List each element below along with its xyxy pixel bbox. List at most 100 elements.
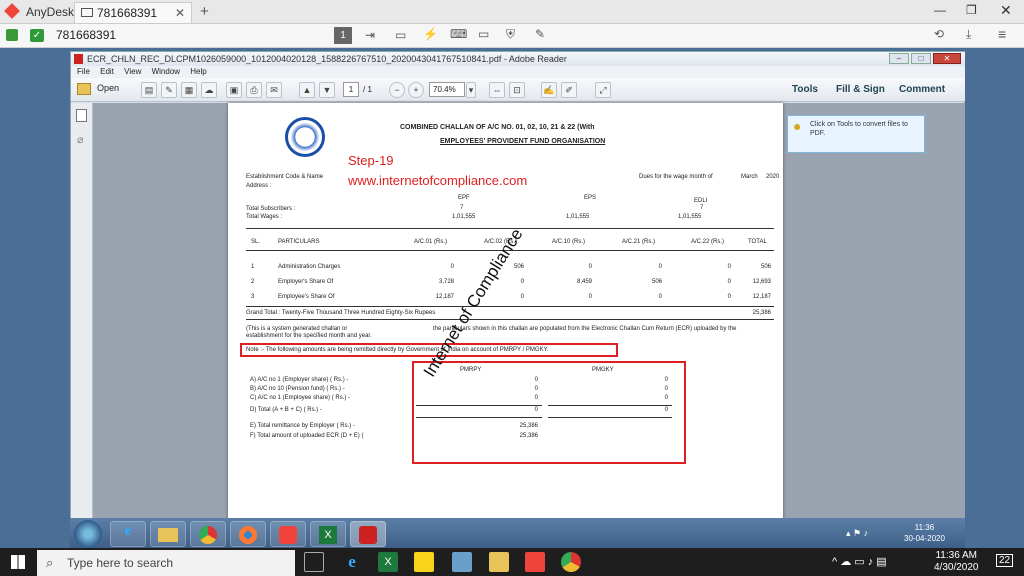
system-tray-icons[interactable]: ^ ☁ ▭ ♪ ▤: [832, 555, 887, 568]
menu-view[interactable]: View: [124, 67, 141, 76]
app-icon[interactable]: [452, 552, 472, 572]
print-icon[interactable]: ⎙: [246, 82, 262, 98]
line-b-label: B) A/C no 10 (Pension fund) ( Rs.) -: [250, 386, 345, 392]
address-label: Address :: [246, 183, 272, 189]
edit-pdf-icon[interactable]: ✎: [161, 82, 177, 98]
minimize-icon[interactable]: —: [934, 3, 946, 17]
chrome-taskbar-icon[interactable]: [561, 552, 581, 572]
create-pdf-icon[interactable]: ▤: [141, 82, 157, 98]
excel-icon[interactable]: X: [310, 521, 346, 547]
anydesk-taskbar-icon[interactable]: [525, 552, 545, 572]
menu-window[interactable]: Window: [152, 67, 180, 76]
whiteboard-icon[interactable]: ✎: [535, 27, 545, 41]
highlight-icon[interactable]: ✐: [561, 82, 577, 98]
anydesk-app-name: AnyDesk: [26, 5, 75, 19]
session-tab[interactable]: 781668391 ✕: [74, 2, 192, 23]
document-viewer: COMBINED CHALLAN OF A/C NO. 01, 02, 10, …: [71, 103, 966, 519]
history-icon[interactable]: ⟲: [934, 27, 944, 41]
task-view-icon[interactable]: [304, 552, 324, 572]
prev-page-icon[interactable]: ▲: [299, 82, 315, 98]
close-window-icon[interactable]: ✕: [1000, 2, 1012, 19]
row3-ac21: 0: [658, 294, 662, 300]
epfo-logo: [285, 117, 325, 157]
display-1-icon[interactable]: 1: [334, 27, 352, 44]
divider: [416, 417, 542, 418]
print-setup-icon[interactable]: ▦: [181, 82, 197, 98]
remote-date: 30-04-2020: [904, 534, 945, 543]
windows-start-icon[interactable]: [11, 555, 25, 569]
row3-ac10: 0: [588, 294, 592, 300]
menu-help[interactable]: Help: [190, 67, 206, 76]
permissions-icon[interactable]: ⛨: [506, 27, 515, 42]
explorer-icon[interactable]: [150, 521, 186, 547]
email-icon[interactable]: ✉: [266, 82, 282, 98]
dues-month: March: [741, 174, 758, 180]
ie-icon[interactable]: e: [110, 521, 146, 547]
switch-side-icon[interactable]: ⇥: [365, 28, 375, 42]
restore-icon[interactable]: ❐: [966, 3, 977, 17]
col-eps: EPS: [584, 195, 597, 201]
lightbulb-icon: ●: [793, 118, 802, 134]
page-total: / 1: [363, 85, 372, 94]
tools-tab[interactable]: Tools: [792, 84, 818, 95]
zoom-in-icon[interactable]: +: [408, 82, 424, 98]
dues-year: 2020: [766, 174, 780, 180]
divider: [416, 405, 542, 406]
ie-taskbar-icon[interactable]: e: [342, 552, 362, 572]
chat-icon[interactable]: ▭: [395, 28, 406, 42]
open-button[interactable]: Open: [97, 83, 119, 93]
reader-minimize-icon[interactable]: –: [889, 53, 909, 64]
read-mode-icon[interactable]: ⤢: [595, 82, 611, 98]
start-orb-icon[interactable]: [74, 520, 102, 548]
line-d-pmgky: 0: [664, 407, 668, 413]
reader-menu-bar: File Edit View Window Help: [71, 66, 966, 78]
reader-maximize-icon[interactable]: □: [911, 53, 931, 64]
menu-edit[interactable]: Edit: [100, 67, 114, 76]
menu-file[interactable]: File: [77, 67, 90, 76]
keyboard-icon[interactable]: ⌨: [450, 27, 467, 41]
challan-title: COMBINED CHALLAN OF A/C NO. 01, 02, 10, …: [400, 124, 595, 131]
actions-icon[interactable]: ⚡: [423, 27, 438, 41]
line-b-pmgky: 0: [664, 386, 668, 392]
row3-sl: 3: [251, 294, 255, 300]
reader-close-icon[interactable]: ✕: [933, 53, 961, 64]
zoom-level-input[interactable]: 70.4%: [429, 82, 465, 97]
chrome-icon[interactable]: [190, 521, 226, 547]
display-icon[interactable]: ▭: [478, 27, 489, 41]
new-tab-icon[interactable]: +: [200, 3, 209, 20]
excel-taskbar-icon[interactable]: X: [378, 552, 398, 572]
fill-sign-tab[interactable]: Fill & Sign: [836, 84, 885, 95]
address-field[interactable]: 781668391: [56, 28, 116, 42]
close-tab-icon[interactable]: ✕: [175, 6, 185, 20]
menu-icon[interactable]: ≡: [998, 26, 1006, 42]
download-icon[interactable]: ⤓: [966, 27, 971, 42]
fit-width-icon[interactable]: ⇔: [489, 82, 505, 98]
zoom-out-icon[interactable]: −: [389, 82, 405, 98]
fit-page-icon[interactable]: ⊡: [509, 82, 525, 98]
page-thumbnails-icon[interactable]: [76, 109, 87, 122]
comment-tab[interactable]: Comment: [899, 84, 945, 95]
row2-ac21: 506: [651, 279, 662, 285]
comment-icon[interactable]: ✍: [541, 82, 557, 98]
anydesk-icon[interactable]: [270, 521, 306, 547]
save-icon[interactable]: ▣: [226, 82, 242, 98]
zoom-dropdown-icon[interactable]: ▾: [466, 82, 476, 98]
search-input[interactable]: ⌕ Type here to search: [37, 550, 295, 576]
page-number-input[interactable]: 1: [343, 82, 359, 97]
clock[interactable]: 11:36 AM 4/30/2020: [934, 550, 979, 574]
notification-icon[interactable]: 22: [996, 554, 1014, 567]
attachments-icon[interactable]: ⌀: [77, 133, 84, 146]
total-subscribers-label: Total Subscribers :: [246, 206, 296, 212]
file-explorer-icon[interactable]: [489, 552, 509, 572]
sticky-notes-icon[interactable]: [414, 552, 434, 572]
firefox-icon[interactable]: [230, 521, 266, 547]
cloud-icon[interactable]: ☁: [201, 82, 217, 98]
challan-subtitle: EMPLOYEES' PROVIDENT FUND ORGANISATION: [440, 138, 606, 145]
adobe-reader-icon[interactable]: [350, 521, 386, 547]
next-page-icon[interactable]: ▼: [319, 82, 335, 98]
divider: [548, 405, 672, 406]
row3-ac22: 0: [727, 294, 731, 300]
row2-ac10: 8,459: [576, 279, 592, 285]
th-sl: SL.: [251, 239, 261, 245]
row2-ac22: 0: [727, 279, 731, 285]
